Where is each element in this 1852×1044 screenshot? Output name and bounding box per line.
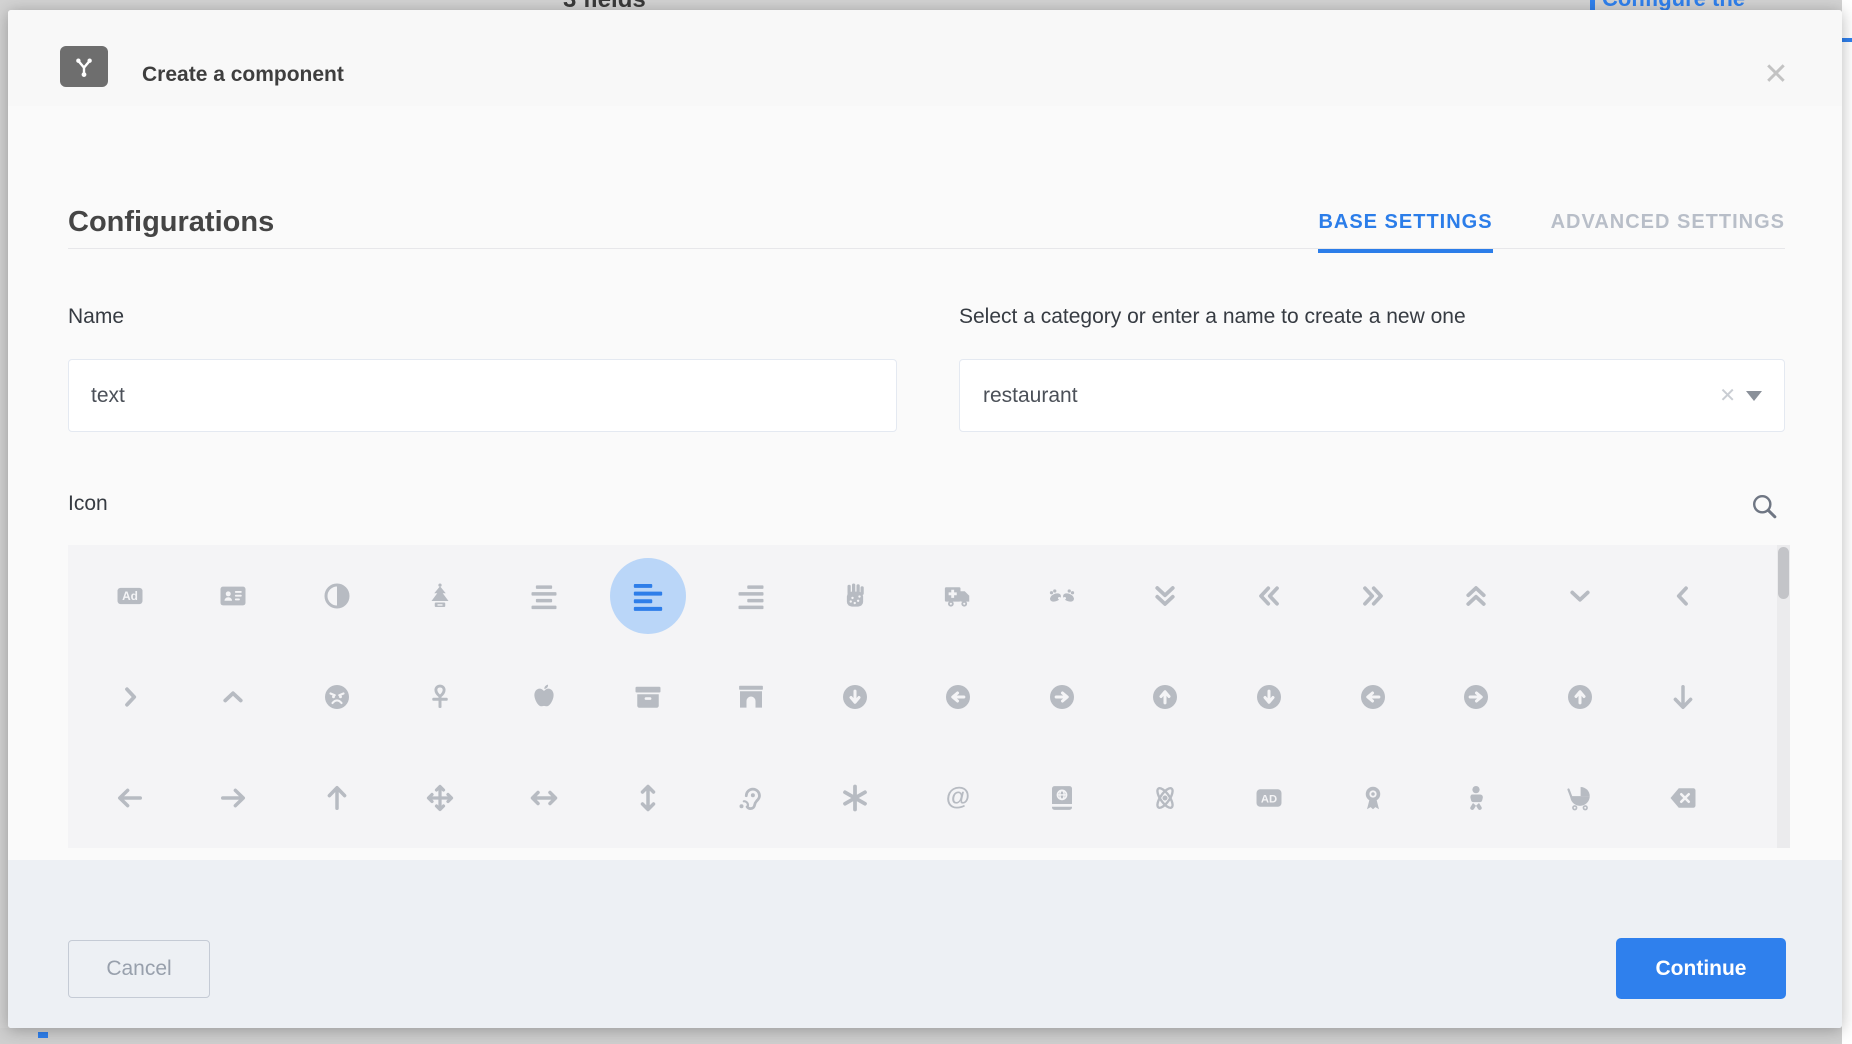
icon-ankh[interactable] — [389, 646, 493, 747]
component-branch-icon — [71, 54, 97, 80]
icon-at[interactable]: @ — [907, 747, 1011, 848]
icon-align-right[interactable] — [699, 545, 803, 646]
continue-button[interactable]: Continue — [1616, 938, 1786, 999]
modal-footer: Cancel Continue — [8, 860, 1842, 1028]
scrollbar-thumb[interactable] — [1778, 547, 1789, 599]
tab-advanced-settings[interactable]: ADVANCED SETTINGS — [1551, 211, 1785, 253]
icon-grid-panel: Ad @ AD — [68, 545, 1790, 848]
icon-picker-label: Icon — [68, 492, 108, 516]
background-configure-text: Configure the — [1602, 0, 1745, 10]
icon-arrow-alt-circle-up[interactable] — [1114, 646, 1218, 747]
icon-angle-double-left[interactable] — [1217, 545, 1321, 646]
icon-archive[interactable] — [596, 646, 700, 747]
scrollbar-track[interactable] — [1777, 545, 1790, 848]
icon-ambulance[interactable] — [907, 545, 1011, 646]
icon-apple-alt[interactable] — [492, 646, 596, 747]
background-accent-line — [1842, 38, 1852, 42]
icon-arrow-alt-circle-down[interactable] — [803, 646, 907, 747]
icon-american-sign-language-interpreting[interactable] — [1010, 545, 1114, 646]
background-accent-dot — [38, 1032, 48, 1038]
category-label: Select a category or enter a name to cre… — [959, 305, 1466, 329]
icon-adjust[interactable] — [285, 545, 389, 646]
category-selected-value: restaurant — [960, 384, 1709, 408]
svg-text:Ad: Ad — [122, 589, 138, 603]
icon-address-card[interactable] — [182, 545, 286, 646]
tab-base-settings[interactable]: BASE SETTINGS — [1318, 211, 1492, 253]
icon-baby-carriage[interactable] — [1528, 747, 1632, 848]
icon-grid: Ad @ AD — [68, 545, 1777, 848]
svg-text:AD: AD — [1261, 793, 1277, 805]
component-logo-tile — [60, 46, 108, 87]
icon-angle-double-right[interactable] — [1321, 545, 1425, 646]
section-title: Configurations — [68, 206, 274, 239]
page: 3 fields Configure the Create — [0, 0, 1852, 1044]
name-label: Name — [68, 305, 124, 329]
icon-atom[interactable] — [1114, 747, 1218, 848]
icon-baby[interactable] — [1424, 747, 1528, 848]
icon-align-left[interactable] — [596, 545, 700, 646]
settings-tabs: BASE SETTINGS ADVANCED SETTINGS — [1318, 211, 1785, 253]
background-page-right — [1842, 0, 1852, 1044]
icon-arrows-alt[interactable] — [389, 747, 493, 848]
name-input[interactable] — [68, 359, 897, 432]
icon-asterisk[interactable] — [803, 747, 907, 848]
close-icon[interactable]: ✕ — [1756, 54, 1796, 94]
background-accent-bar — [1590, 0, 1595, 10]
icon-angle-double-down[interactable] — [1114, 545, 1218, 646]
clear-selection-icon[interactable]: ✕ — [1709, 383, 1746, 408]
cancel-button[interactable]: Cancel — [68, 940, 210, 998]
icon-backspace[interactable] — [1631, 747, 1735, 848]
tabs-divider — [68, 248, 1785, 249]
icon-assistive-listening-systems[interactable] — [699, 747, 803, 848]
search-icon[interactable] — [1745, 487, 1783, 525]
svg-text:@: @ — [946, 783, 970, 811]
icon-angle-up[interactable] — [182, 646, 286, 747]
icon-award[interactable] — [1321, 747, 1425, 848]
icon-arrow-circle-right[interactable] — [1424, 646, 1528, 747]
modal-title: Create a component — [142, 60, 344, 90]
icon-arrow-right[interactable] — [182, 747, 286, 848]
icon-air-freshener[interactable] — [389, 545, 493, 646]
icon-arrow-down[interactable] — [1631, 646, 1735, 747]
icon-archway[interactable] — [699, 646, 803, 747]
icon-angle-left[interactable] — [1631, 545, 1735, 646]
icon-angle-double-up[interactable] — [1424, 545, 1528, 646]
icon-angle-right[interactable] — [78, 646, 182, 747]
modal-header: Create a component ✕ — [8, 10, 1842, 106]
chevron-down-icon[interactable] — [1746, 391, 1762, 401]
icon-ad[interactable]: Ad — [78, 545, 182, 646]
icon-atlas[interactable] — [1010, 747, 1114, 848]
category-select[interactable]: restaurant ✕ — [959, 359, 1785, 432]
create-component-modal: Create a component ✕ Configurations BASE… — [8, 10, 1842, 1028]
icon-audio-description[interactable]: AD — [1217, 747, 1321, 848]
icon-arrow-alt-circle-right[interactable] — [1010, 646, 1114, 747]
icon-angle-down[interactable] — [1528, 545, 1632, 646]
icon-arrows-alt-h[interactable] — [492, 747, 596, 848]
icon-align-center[interactable] — [492, 545, 596, 646]
icon-arrow-up[interactable] — [285, 747, 389, 848]
background-page-top: 3 fields Configure the — [0, 0, 1842, 10]
icon-angry[interactable] — [285, 646, 389, 747]
icon-arrow-circle-up[interactable] — [1528, 646, 1632, 747]
icon-allergies[interactable] — [803, 545, 907, 646]
background-fields-text: 3 fields — [563, 0, 646, 10]
icon-arrow-circle-left[interactable] — [1321, 646, 1425, 747]
background-page-bottom — [0, 1028, 1842, 1044]
icon-arrow-left[interactable] — [78, 747, 182, 848]
icon-arrow-circle-down[interactable] — [1217, 646, 1321, 747]
icon-arrow-alt-circle-left[interactable] — [907, 646, 1011, 747]
icon-arrows-alt-v[interactable] — [596, 747, 700, 848]
